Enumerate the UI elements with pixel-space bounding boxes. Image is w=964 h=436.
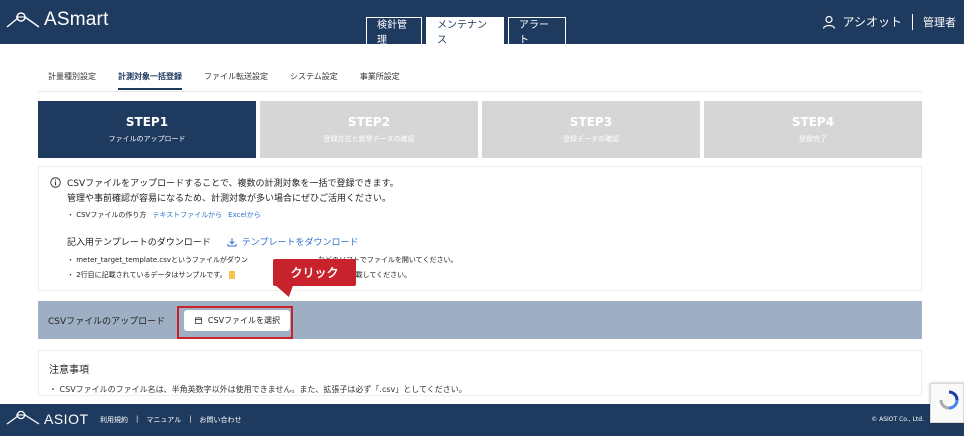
recaptcha-badge[interactable] xyxy=(930,383,964,423)
step-title: STEP1 xyxy=(125,115,169,129)
step-desc: ファイルのアップロード xyxy=(108,135,186,143)
step-indicator: STEP1 ファイルのアップロード STEP2 登録方式と異常データの確認 ST… xyxy=(38,101,922,158)
csv-howto-row: ・ CSVファイルの作り方 テキストファイルから Excelから xyxy=(67,210,261,220)
footer-brand: ASIOT xyxy=(44,411,89,427)
brand-name: ASmart xyxy=(44,9,109,30)
subnav-meter-type-settings[interactable]: 計量種別設定 xyxy=(48,71,96,90)
footer-link-terms[interactable]: 利用規約 xyxy=(100,415,128,425)
info-icon xyxy=(50,177,61,188)
step-3: STEP3 登録データの確認 xyxy=(482,101,700,158)
subnav-system-settings[interactable]: システム設定 xyxy=(290,71,338,90)
top-header: ASmart 検針管理 メンテナンス アラート アシオット 管理者 xyxy=(0,0,964,46)
step-desc: 登録方式と異常データの確認 xyxy=(323,135,415,143)
template-download-label: テンプレートをダウンロード xyxy=(241,238,359,248)
template-label: 記入用テンプレートのダウンロード xyxy=(67,238,211,248)
user-icon xyxy=(823,15,836,29)
tab-maintenance[interactable]: メンテナンス xyxy=(426,17,504,46)
user-name: アシオット xyxy=(842,15,902,29)
click-callout: クリック xyxy=(273,259,356,286)
info-line-1: CSVファイルをアップロードすることで、複数の計測対象を一括で登録できます。 xyxy=(50,176,399,189)
click-highlight-box xyxy=(177,306,293,339)
csv-howto-label: ・ CSVファイルの作り方 xyxy=(67,211,147,219)
footer-logo-mark-icon xyxy=(6,410,40,425)
user-divider xyxy=(912,13,913,30)
footer-link-contact[interactable]: お問い合わせ xyxy=(200,415,242,425)
howto-excel-link[interactable]: Excelから xyxy=(228,210,261,220)
template-download-link[interactable]: テンプレートをダウンロード xyxy=(227,235,359,248)
subnav-divider xyxy=(38,91,922,92)
tab-alert[interactable]: アラート xyxy=(508,17,566,46)
asiot-logo[interactable]: ASIOT xyxy=(6,409,89,429)
step-title: STEP2 xyxy=(347,115,391,129)
footer-sep: | xyxy=(136,415,139,423)
howto-text-file-link[interactable]: テキストファイルから xyxy=(152,210,222,220)
info-panel: CSVファイルをアップロードすることで、複数の計測対象を一括で登録できます。 管… xyxy=(38,166,922,291)
step-4: STEP4 登録完了 xyxy=(704,101,922,158)
subnav-office-settings[interactable]: 事業所設定 xyxy=(360,71,400,90)
main-tabs: 検針管理 メンテナンス アラート xyxy=(366,17,566,46)
highlight-mark xyxy=(228,271,235,279)
step-2: STEP2 登録方式と異常データの確認 xyxy=(260,101,478,158)
note-2-head: ・ 2行目に記載されているデータはサンプルです。 xyxy=(67,271,227,279)
user-menu[interactable]: アシオット 管理者 xyxy=(822,13,956,30)
footer-links: 利用規約 | マニュアル | お問い合わせ xyxy=(100,415,242,425)
tab-meter-reading[interactable]: 検針管理 xyxy=(366,17,422,46)
note-1: ・ meter_target_template.csvというファイルがダウン など… xyxy=(67,255,457,265)
precaution-heading: 注意事項 xyxy=(49,365,89,376)
download-icon xyxy=(227,237,237,246)
precaution-text: ・ CSVファイルのファイル名は、半角英数字以外は使用できません。また、拡張子は… xyxy=(49,385,467,394)
footer-link-manual[interactable]: マニュアル xyxy=(146,415,181,425)
asmart-logo[interactable]: ASmart xyxy=(6,9,109,31)
copyright: © ASIOT Co., Ltd. xyxy=(871,416,924,423)
subnav-bulk-registration[interactable]: 計測対象一括登録 xyxy=(118,71,182,90)
step-title: STEP3 xyxy=(569,115,613,129)
note-2: ・ 2行目に記載されているデータはサンプルです。 し、データを記載してください。 xyxy=(67,270,411,280)
info-text-2: 管理や事前確認が容易になるため、計測対象が多い場合にぜひご活用ください。 xyxy=(67,194,392,204)
footer-sep: | xyxy=(189,415,192,423)
step-title: STEP4 xyxy=(791,115,835,129)
template-download-row: 記入用テンプレートのダウンロード テンプレートをダウンロード xyxy=(67,235,358,248)
user-role: 管理者 xyxy=(923,15,956,29)
sub-navigation: 計量種別設定 計測対象一括登録 ファイル転送設定 システム設定 事業所設定 xyxy=(48,71,400,90)
precaution-panel: 注意事項 ・ CSVファイルのファイル名は、半角英数字以外は使用できません。また… xyxy=(38,350,922,396)
recaptcha-icon xyxy=(939,390,959,410)
info-text-1: CSVファイルをアップロードすることで、複数の計測対象を一括で登録できます。 xyxy=(67,179,399,189)
step-desc: 登録データの確認 xyxy=(563,135,619,143)
footer: ASIOT 利用規約 | マニュアル | お問い合わせ © ASIOT Co.,… xyxy=(0,404,964,436)
step-desc: 登録完了 xyxy=(799,135,827,143)
note-1-head: ・ meter_target_template.csvというファイルがダウン xyxy=(67,256,248,264)
upload-label: CSVファイルのアップロード xyxy=(48,317,166,327)
step-1: STEP1 ファイルのアップロード xyxy=(38,101,256,158)
logo-mark-icon xyxy=(6,12,40,28)
subnav-file-transfer-settings[interactable]: ファイル転送設定 xyxy=(204,71,268,90)
upload-bar: CSVファイルのアップロード CSVファイルを選択 xyxy=(38,301,922,339)
